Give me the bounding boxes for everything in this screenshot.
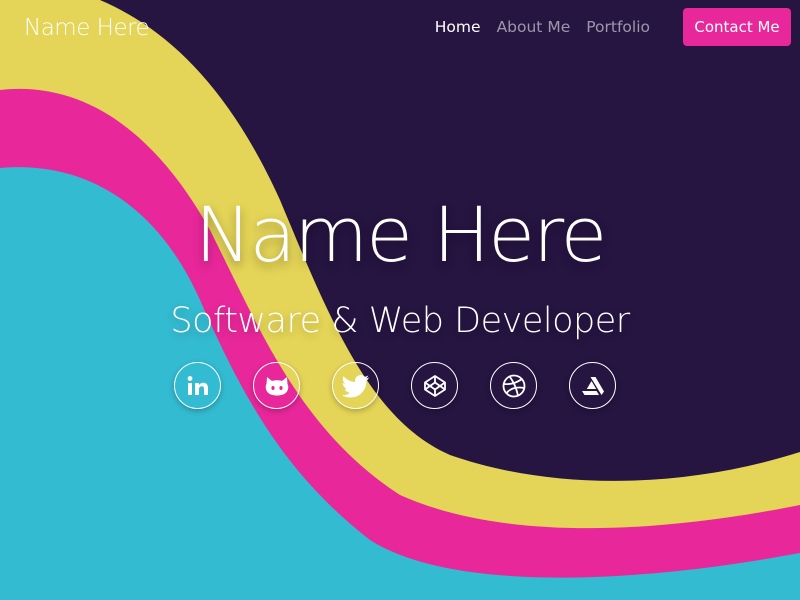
codepen-link[interactable]	[411, 362, 458, 409]
nav-item-portfolio[interactable]: Portfolio	[586, 18, 650, 36]
hero-role: Software & Web Developer	[170, 301, 630, 341]
brand-logo[interactable]: Name Here	[24, 15, 150, 41]
contact-button[interactable]: Contact Me	[683, 8, 791, 46]
linkedin-icon	[187, 375, 208, 395]
social-links	[174, 362, 616, 409]
github-icon	[265, 376, 288, 395]
twitter-icon	[341, 374, 369, 397]
landing-page: Name Here Home About Me Portfolio Contac…	[0, 0, 800, 600]
dribbble-link[interactable]	[490, 362, 537, 409]
main-nav: Home About Me Portfolio	[435, 18, 650, 36]
hero-name: Name Here	[194, 190, 608, 279]
twitter-link[interactable]	[332, 362, 379, 409]
dribbble-icon	[502, 374, 525, 397]
nav-item-about[interactable]: About Me	[497, 18, 571, 36]
linkedin-link[interactable]	[174, 362, 221, 409]
background-waves	[0, 0, 800, 600]
artstation-icon	[581, 376, 604, 395]
nav-item-home[interactable]: Home	[435, 18, 481, 36]
artstation-link[interactable]	[569, 362, 616, 409]
codepen-icon	[423, 374, 446, 397]
github-link[interactable]	[253, 362, 300, 409]
